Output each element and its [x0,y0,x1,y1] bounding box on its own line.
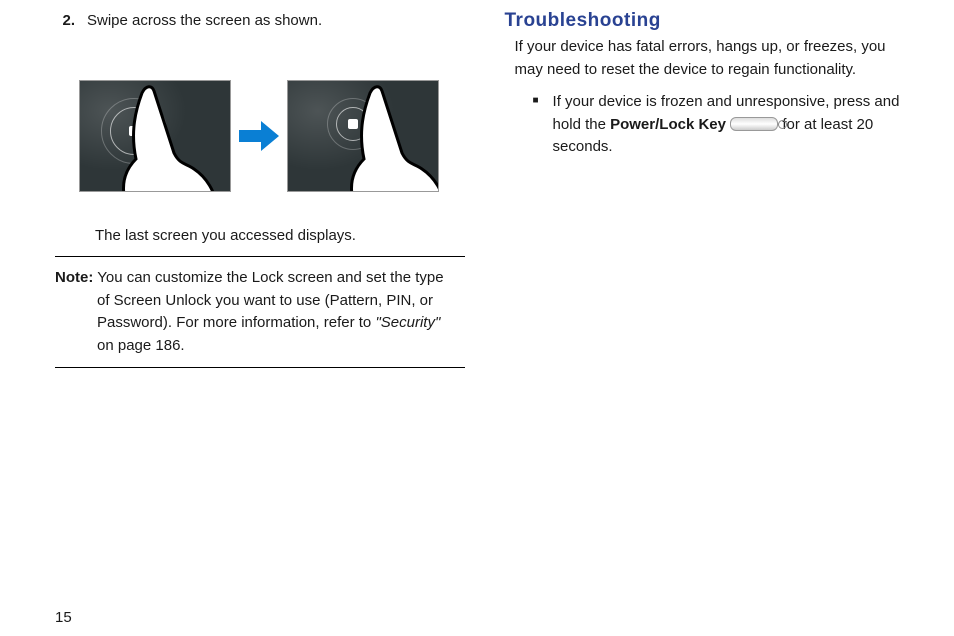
troubleshooting-bullet: ■ If your device is frozen and unrespons… [505,91,915,159]
note-block: Note: You can customize the Lock screen … [55,256,465,368]
unlock-icon [336,107,370,141]
troubleshooting-intro: If your device has fatal errors, hangs u… [505,36,915,81]
troubleshooting-heading: Troubleshooting [505,10,915,32]
note-body-after: on page 186. [97,337,185,354]
arrow-icon [239,121,279,151]
lock-icon [110,107,158,155]
page-number: 15 [55,609,72,626]
power-lock-key-icon [730,117,778,131]
right-column: Troubleshooting If your device has fatal… [500,10,915,626]
manual-page: 2. Swipe across the screen as shown. Th [0,0,954,636]
power-lock-key-label: Power/Lock Key [610,116,726,133]
step-2: 2. Swipe across the screen as shown. [55,10,465,31]
swipe-illustration [79,61,439,211]
note-label: Note: [55,269,93,286]
step-number: 2. [55,10,75,31]
step-text: Swipe across the screen as shown. [87,10,322,31]
lock-screen-after [287,80,439,192]
lock-screen-before [79,80,231,192]
step-caption: The last screen you accessed displays. [95,227,465,244]
left-column: 2. Swipe across the screen as shown. Th [55,10,470,626]
bullet-marker-icon: ■ [533,91,539,159]
bullet-text: If your device is frozen and unresponsiv… [553,91,914,159]
note-security-ref: "Security" [375,314,440,331]
